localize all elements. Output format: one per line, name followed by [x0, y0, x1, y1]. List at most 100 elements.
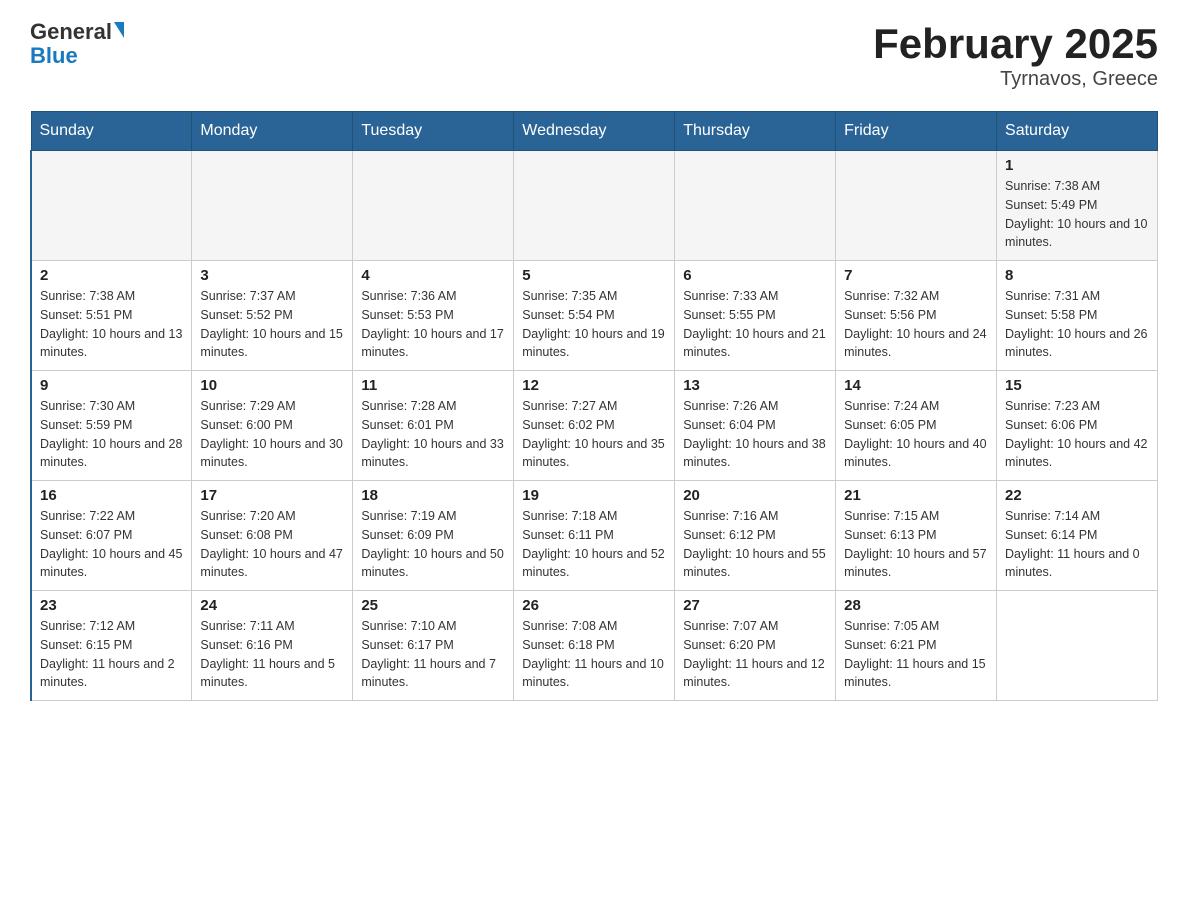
day-number: 12	[522, 377, 666, 394]
day-number: 16	[40, 487, 183, 504]
day-info: Sunrise: 7:33 AMSunset: 5:55 PMDaylight:…	[683, 287, 827, 362]
calendar-day-cell: 3 Sunrise: 7:37 AMSunset: 5:52 PMDaylight…	[192, 261, 353, 371]
day-number: 6	[683, 267, 827, 284]
day-number: 7	[844, 267, 988, 284]
day-number: 19	[522, 487, 666, 504]
page-header: General Blue February 2025 Tyrnavos, Gre…	[30, 20, 1158, 91]
calendar-day-cell: 21 Sunrise: 7:15 AMSunset: 6:13 PMDayligh…	[836, 481, 997, 591]
calendar-day-cell: 24Sunrise: 7:11 AMSunset: 6:16 PMDayligh…	[192, 591, 353, 701]
day-info: Sunrise: 7:12 AMSunset: 6:15 PMDaylight:…	[40, 617, 183, 692]
calendar-day-cell: 15 Sunrise: 7:23 AMSunset: 6:06 PMDayligh…	[997, 371, 1158, 481]
calendar-day-cell: 5 Sunrise: 7:35 AMSunset: 5:54 PMDaylight…	[514, 261, 675, 371]
day-info: Sunrise: 7:36 AMSunset: 5:53 PMDaylight:…	[361, 287, 505, 362]
day-number: 1	[1005, 157, 1149, 174]
day-info: Sunrise: 7:29 AMSunset: 6:00 PMDaylight:…	[200, 397, 344, 472]
logo-blue-text: Blue	[30, 44, 78, 68]
calendar-day-cell	[514, 151, 675, 261]
day-info: Sunrise: 7:24 AMSunset: 6:05 PMDaylight:…	[844, 397, 988, 472]
calendar-day-cell	[31, 151, 192, 261]
day-info: Sunrise: 7:26 AMSunset: 6:04 PMDaylight:…	[683, 397, 827, 472]
calendar-week-row: 16 Sunrise: 7:22 AMSunset: 6:07 PMDayligh…	[31, 481, 1158, 591]
day-info: Sunrise: 7:22 AMSunset: 6:07 PMDaylight:…	[40, 507, 183, 582]
day-number: 17	[200, 487, 344, 504]
day-number: 20	[683, 487, 827, 504]
day-info: Sunrise: 7:18 AMSunset: 6:11 PMDaylight:…	[522, 507, 666, 582]
day-number: 9	[40, 377, 183, 394]
day-info: Sunrise: 7:20 AMSunset: 6:08 PMDaylight:…	[200, 507, 344, 582]
day-number: 28	[844, 597, 988, 614]
day-number: 15	[1005, 377, 1149, 394]
day-number: 3	[200, 267, 344, 284]
day-info: Sunrise: 7:30 AMSunset: 5:59 PMDaylight:…	[40, 397, 183, 472]
day-number: 21	[844, 487, 988, 504]
calendar-day-cell: 14 Sunrise: 7:24 AMSunset: 6:05 PMDayligh…	[836, 371, 997, 481]
day-info: Sunrise: 7:11 AMSunset: 6:16 PMDaylight:…	[200, 617, 344, 692]
day-info: Sunrise: 7:32 AMSunset: 5:56 PMDaylight:…	[844, 287, 988, 362]
day-number: 8	[1005, 267, 1149, 284]
day-number: 14	[844, 377, 988, 394]
calendar-day-cell	[353, 151, 514, 261]
day-info: Sunrise: 7:37 AMSunset: 5:52 PMDaylight:…	[200, 287, 344, 362]
calendar-day-cell: 11 Sunrise: 7:28 AMSunset: 6:01 PMDayligh…	[353, 371, 514, 481]
calendar-day-cell	[836, 151, 997, 261]
day-info: Sunrise: 7:15 AMSunset: 6:13 PMDaylight:…	[844, 507, 988, 582]
day-info: Sunrise: 7:16 AMSunset: 6:12 PMDaylight:…	[683, 507, 827, 582]
day-number: 11	[361, 377, 505, 394]
calendar-day-cell: 19 Sunrise: 7:18 AMSunset: 6:11 PMDayligh…	[514, 481, 675, 591]
day-number: 27	[683, 597, 827, 614]
calendar-day-cell: 9 Sunrise: 7:30 AMSunset: 5:59 PMDaylight…	[31, 371, 192, 481]
day-number: 5	[522, 267, 666, 284]
calendar-day-cell: 22 Sunrise: 7:14 AMSunset: 6:14 PMDayligh…	[997, 481, 1158, 591]
day-number: 13	[683, 377, 827, 394]
day-number: 25	[361, 597, 505, 614]
calendar-table: SundayMondayTuesdayWednesdayThursdayFrid…	[30, 111, 1158, 701]
calendar-day-cell: 1 Sunrise: 7:38 AMSunset: 5:49 PMDaylight…	[997, 151, 1158, 261]
day-number: 10	[200, 377, 344, 394]
calendar-day-cell: 28 Sunrise: 7:05 AMSunset: 6:21 PMDayligh…	[836, 591, 997, 701]
day-of-week-header: Saturday	[997, 112, 1158, 151]
day-of-week-header: Wednesday	[514, 112, 675, 151]
day-info: Sunrise: 7:35 AMSunset: 5:54 PMDaylight:…	[522, 287, 666, 362]
day-info: Sunrise: 7:05 AMSunset: 6:21 PMDaylight:…	[844, 617, 988, 692]
calendar-day-cell	[675, 151, 836, 261]
calendar-day-cell: 12 Sunrise: 7:27 AMSunset: 6:02 PMDayligh…	[514, 371, 675, 481]
calendar-day-cell: 25Sunrise: 7:10 AMSunset: 6:17 PMDayligh…	[353, 591, 514, 701]
day-info: Sunrise: 7:07 AMSunset: 6:20 PMDaylight:…	[683, 617, 827, 692]
calendar-day-cell: 7 Sunrise: 7:32 AMSunset: 5:56 PMDaylight…	[836, 261, 997, 371]
day-info: Sunrise: 7:23 AMSunset: 6:06 PMDaylight:…	[1005, 397, 1149, 472]
day-info: Sunrise: 7:08 AMSunset: 6:18 PMDaylight:…	[522, 617, 666, 692]
title-block: February 2025 Tyrnavos, Greece	[873, 20, 1158, 91]
calendar-day-cell: 16 Sunrise: 7:22 AMSunset: 6:07 PMDayligh…	[31, 481, 192, 591]
day-info: Sunrise: 7:27 AMSunset: 6:02 PMDaylight:…	[522, 397, 666, 472]
calendar-day-cell: 6 Sunrise: 7:33 AMSunset: 5:55 PMDaylight…	[675, 261, 836, 371]
calendar-week-row: 2Sunrise: 7:38 AMSunset: 5:51 PMDaylight…	[31, 261, 1158, 371]
calendar-day-cell: 23 Sunrise: 7:12 AMSunset: 6:15 PMDayligh…	[31, 591, 192, 701]
calendar-day-cell	[192, 151, 353, 261]
calendar-week-row: 23 Sunrise: 7:12 AMSunset: 6:15 PMDayligh…	[31, 591, 1158, 701]
calendar-day-cell: 18Sunrise: 7:19 AMSunset: 6:09 PMDayligh…	[353, 481, 514, 591]
day-number: 23	[40, 597, 183, 614]
calendar-day-cell	[997, 591, 1158, 701]
day-number: 4	[361, 267, 505, 284]
day-info: Sunrise: 7:28 AMSunset: 6:01 PMDaylight:…	[361, 397, 505, 472]
calendar-week-row: 1 Sunrise: 7:38 AMSunset: 5:49 PMDaylight…	[31, 151, 1158, 261]
calendar-header-row: SundayMondayTuesdayWednesdayThursdayFrid…	[31, 112, 1158, 151]
day-of-week-header: Friday	[836, 112, 997, 151]
day-number: 18	[361, 487, 505, 504]
day-number: 22	[1005, 487, 1149, 504]
day-info: Sunrise: 7:14 AMSunset: 6:14 PMDaylight:…	[1005, 507, 1149, 582]
calendar-week-row: 9 Sunrise: 7:30 AMSunset: 5:59 PMDaylight…	[31, 371, 1158, 481]
day-of-week-header: Monday	[192, 112, 353, 151]
day-info: Sunrise: 7:31 AMSunset: 5:58 PMDaylight:…	[1005, 287, 1149, 362]
logo-triangle-icon	[114, 22, 124, 38]
logo-general-text: General	[30, 20, 112, 44]
day-of-week-header: Sunday	[31, 112, 192, 151]
day-of-week-header: Thursday	[675, 112, 836, 151]
calendar-day-cell: 17 Sunrise: 7:20 AMSunset: 6:08 PMDayligh…	[192, 481, 353, 591]
logo: General Blue	[30, 20, 124, 68]
day-info: Sunrise: 7:38 AMSunset: 5:49 PMDaylight:…	[1005, 177, 1149, 252]
calendar-day-cell: 26 Sunrise: 7:08 AMSunset: 6:18 PMDayligh…	[514, 591, 675, 701]
calendar-day-cell: 13 Sunrise: 7:26 AMSunset: 6:04 PMDayligh…	[675, 371, 836, 481]
day-number: 26	[522, 597, 666, 614]
day-info: Sunrise: 7:38 AMSunset: 5:51 PMDaylight:…	[40, 287, 183, 362]
